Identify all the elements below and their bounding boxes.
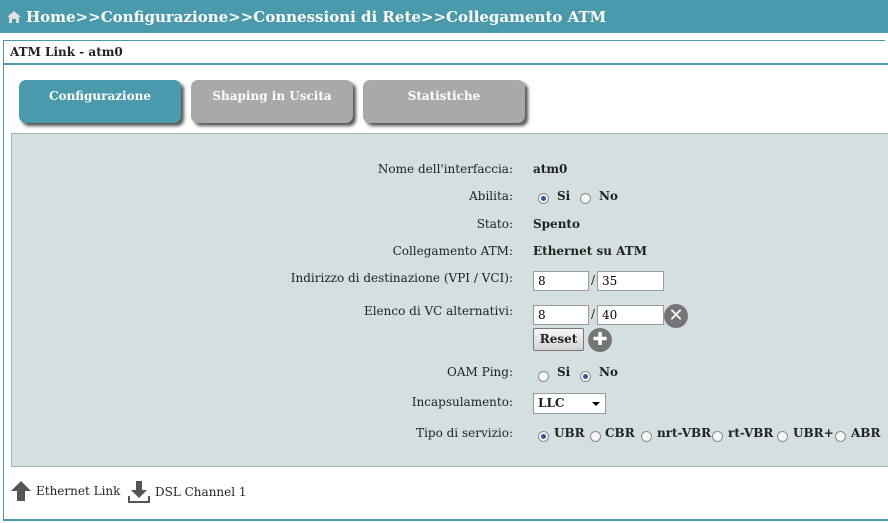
- dest-separator: /: [591, 273, 596, 287]
- alt-separator: /: [591, 307, 596, 321]
- alt-vpi-input[interactable]: [533, 305, 589, 325]
- reset-button[interactable]: Reset: [533, 328, 584, 351]
- next-link-label: DSL Channel 1: [155, 485, 247, 499]
- oam-yes-radio[interactable]: [538, 371, 549, 382]
- prev-ethernet-link[interactable]: Ethernet Link: [10, 480, 120, 502]
- tab-shaping-in-uscita[interactable]: Shaping in Uscita: [191, 80, 353, 123]
- service-rt-vbr-label: rt-VBR: [728, 426, 774, 440]
- service-cbr-radio[interactable]: [590, 431, 601, 442]
- service-rt-vbr-radio[interactable]: [712, 431, 723, 442]
- chevron-down-icon: [592, 402, 600, 406]
- status-value: Spento: [533, 217, 580, 231]
- service-cbr-label: CBR: [605, 426, 635, 440]
- service-ubr-plus-label: UBR+: [793, 426, 834, 440]
- prev-link-label: Ethernet Link: [36, 484, 121, 498]
- tab-statistiche[interactable]: Statistiche: [363, 80, 525, 123]
- arrow-up-icon: [11, 481, 31, 501]
- remove-vc-icon[interactable]: ✕: [664, 304, 688, 328]
- enable-label: Abilita:: [469, 189, 513, 203]
- service-abr-label: ABR: [851, 426, 881, 440]
- enable-yes-label: Si: [557, 189, 571, 203]
- oam-no-label: No: [599, 365, 618, 379]
- next-dsl-channel-link[interactable]: DSL Channel 1: [127, 480, 247, 504]
- service-abr-radio[interactable]: [835, 431, 846, 442]
- oam-ping-label: OAM Ping:: [447, 365, 513, 379]
- service-type-label: Tipo di servizio:: [416, 426, 513, 440]
- enable-no-label: No: [599, 189, 618, 203]
- service-ubr-radio[interactable]: [538, 431, 549, 442]
- home-icon[interactable]: [6, 10, 22, 24]
- encapsulation-label: Incapsulamento:: [411, 395, 513, 409]
- config-panel: [11, 133, 888, 467]
- interface-name-value: atm0: [533, 162, 568, 176]
- enable-no-radio[interactable]: [580, 193, 591, 204]
- breadcrumb[interactable]: Home>>Configurazione>>Connessioni di Ret…: [26, 8, 606, 26]
- alt-vc-label: Elenco di VC alternativi:: [363, 304, 513, 318]
- section-title: ATM Link - atm0: [3, 40, 885, 62]
- alt-vci-input[interactable]: [597, 305, 664, 325]
- atm-link-label: Collegamento ATM:: [392, 244, 513, 258]
- destination-label: Indirizzo di destinazione (VPI / VCI):: [290, 271, 513, 285]
- dest-vci-input[interactable]: [597, 271, 664, 291]
- encapsulation-value: LLC: [538, 396, 565, 410]
- dest-vpi-input[interactable]: [533, 271, 589, 291]
- frame-border-bottom: [3, 519, 888, 521]
- interface-name-label: Nome dell'interfaccia:: [377, 162, 513, 176]
- oam-yes-label: Si: [557, 365, 571, 379]
- oam-no-radio[interactable]: [580, 371, 591, 382]
- service-nrt-vbr-label: nrt-VBR: [657, 426, 712, 440]
- atm-link-value: Ethernet su ATM: [533, 244, 647, 258]
- divider: [3, 63, 888, 65]
- enable-yes-radio[interactable]: [538, 193, 549, 204]
- encapsulation-select[interactable]: LLC: [533, 393, 606, 414]
- breadcrumb-bar: Home>>Configurazione>>Connessioni di Ret…: [0, 0, 888, 33]
- service-ubr-plus-radio[interactable]: [777, 431, 788, 442]
- tab-configurazione[interactable]: Configurazione: [19, 80, 181, 123]
- download-icon: [128, 481, 150, 503]
- add-vc-icon[interactable]: ✚: [588, 328, 612, 352]
- service-ubr-label: UBR: [554, 426, 585, 440]
- frame-border: [3, 40, 4, 520]
- status-label: Stato:: [476, 217, 513, 231]
- service-nrt-vbr-radio[interactable]: [641, 431, 652, 442]
